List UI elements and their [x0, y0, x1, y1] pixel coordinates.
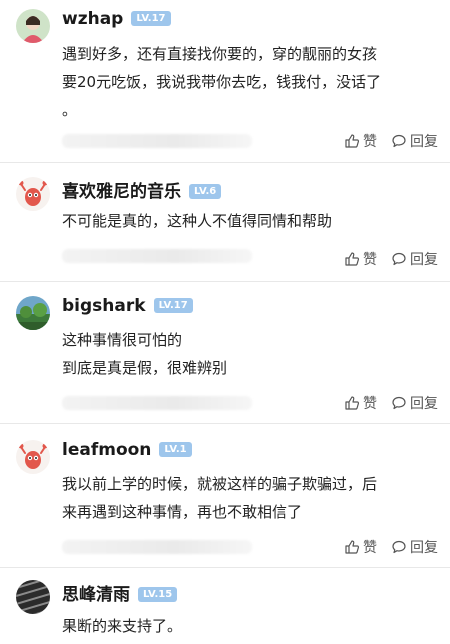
comment-actions: 赞 回复	[330, 537, 438, 557]
reply-button[interactable]: 回复	[391, 393, 438, 413]
username[interactable]: leafmoon LV.1	[62, 440, 192, 460]
reply-button[interactable]: 回复	[391, 537, 438, 557]
speech-bubble-icon	[392, 252, 406, 266]
blurred-timestamp	[62, 396, 252, 410]
level-badge: LV.15	[138, 587, 178, 602]
speech-bubble-icon	[392, 396, 406, 410]
level-badge: LV.17	[131, 11, 171, 26]
avatar[interactable]	[16, 440, 50, 474]
like-button[interactable]: 赞	[344, 131, 377, 151]
comment-actions: 赞 回复	[330, 249, 438, 269]
blurred-timestamp	[62, 249, 252, 263]
level-badge: LV.6	[189, 184, 222, 199]
username[interactable]: 喜欢雅尼的音乐 LV.6	[62, 177, 222, 202]
thumbs-up-icon	[345, 396, 360, 410]
lobster-avatar-icon	[16, 177, 50, 211]
reply-button[interactable]: 回复	[391, 249, 438, 269]
comment-item: leafmoon LV.1 我以前上学的时候，就被这样的骗子欺骗过，后 来再遇到这…	[0, 424, 450, 564]
comment-item: 思峰清雨 LV.15 果断的来支持了。	[0, 568, 450, 644]
like-button[interactable]: 赞	[344, 249, 377, 269]
username[interactable]: 思峰清雨 LV.15	[62, 580, 178, 605]
avatar[interactable]	[16, 580, 50, 614]
comment-text: 不可能是真的，这种人不值得同情和帮助	[62, 212, 333, 230]
thumbs-up-icon	[345, 540, 360, 554]
blurred-timestamp	[62, 540, 252, 554]
avatar[interactable]	[16, 9, 50, 43]
thumbs-up-icon	[345, 252, 360, 266]
reply-button[interactable]: 回复	[391, 131, 438, 151]
like-button[interactable]: 赞	[344, 537, 377, 557]
level-badge: LV.17	[153, 298, 193, 313]
username[interactable]: bigshark LV.17	[62, 296, 193, 316]
avatar[interactable]	[16, 177, 50, 211]
level-badge: LV.1	[159, 442, 192, 457]
landscape-avatar-icon	[16, 296, 50, 330]
comment-actions: 赞 回复	[330, 393, 438, 413]
like-button[interactable]: 赞	[344, 393, 377, 413]
thumbs-up-icon	[345, 134, 360, 148]
lobster-avatar-icon	[16, 440, 50, 474]
comment-item: wzhap LV.17 遇到好多，还有直接找你要的，穿的靓丽的女孩 要20元吃饭，…	[0, 0, 450, 160]
avatar[interactable]	[16, 296, 50, 330]
avatar-photo-icon	[16, 9, 50, 43]
striped-avatar-icon	[16, 580, 50, 614]
comment-text: 遇到好多，还有直接找你要的，穿的靓丽的女孩 要20元吃饭，我说我带你去吃，钱我付…	[62, 45, 382, 119]
comment-item: bigshark LV.17 这种事情很可怕的 到底是真是假，很难辨别 赞 回复	[0, 282, 450, 422]
comment-actions: 赞 回复	[330, 131, 438, 151]
comment-item: 喜欢雅尼的音乐 LV.6 不可能是真的，这种人不值得同情和帮助 赞 回复	[0, 163, 450, 283]
comment-text: 果断的来支持了。	[62, 617, 183, 635]
username[interactable]: wzhap LV.17	[62, 9, 171, 29]
comment-text: 这种事情很可怕的 到底是真是假，很难辨别	[62, 331, 228, 377]
blurred-timestamp	[62, 134, 252, 148]
comment-text: 我以前上学的时候，就被这样的骗子欺骗过，后 来再遇到这种事情，再也不敢相信了	[62, 475, 378, 521]
speech-bubble-icon	[392, 134, 406, 148]
speech-bubble-icon	[392, 540, 406, 554]
